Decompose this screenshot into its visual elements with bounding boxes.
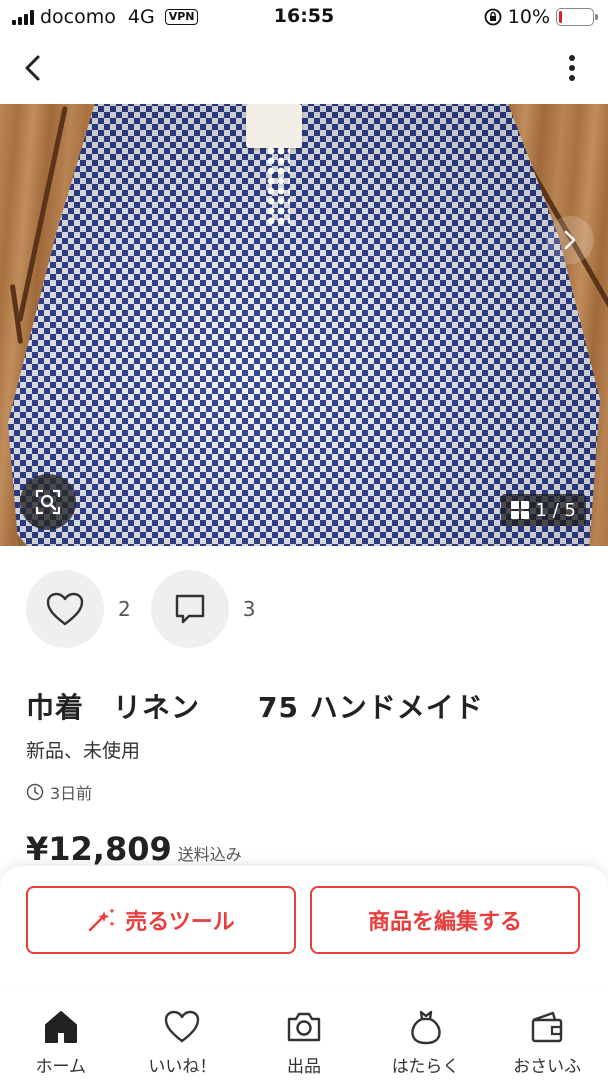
price-value: ¥12,809 — [26, 830, 172, 868]
camera-icon — [287, 1012, 321, 1042]
home-icon — [44, 1011, 77, 1043]
top-nav — [0, 34, 608, 104]
more-options-button[interactable] — [566, 54, 578, 82]
image-search-button[interactable] — [20, 474, 76, 530]
sell-tool-label: 売るツール — [125, 910, 235, 935]
status-bar: docomo 4G VPN 16:55 10% — [0, 0, 608, 34]
tab-wallet[interactable]: おさいふ — [486, 1000, 608, 1080]
tab-work[interactable]: はたらく — [365, 1000, 487, 1080]
edit-item-button[interactable]: 商品を編集する — [310, 886, 580, 954]
tab-home-label: ホーム — [35, 1057, 87, 1077]
posted-time: 3日前 — [26, 780, 92, 804]
price: ¥12,809 送料込み — [26, 830, 242, 868]
bottom-tab-bar: ホーム いいね！ 出品 はたらく おさいふ — [0, 1000, 608, 1080]
item-title: 巾着 リネン 75 ハンドメイド — [26, 691, 484, 724]
like-button[interactable] — [26, 570, 104, 648]
edit-item-label: 商品を編集する — [367, 910, 522, 935]
image-search-icon — [35, 489, 61, 515]
photo-counter-text: 1 / 5 — [535, 499, 576, 521]
item-condition: 新品、未使用 — [26, 740, 141, 762]
next-photo-button[interactable] — [546, 216, 594, 264]
money-bag-icon — [410, 1010, 441, 1045]
tab-home[interactable]: ホーム — [0, 1000, 122, 1080]
battery-icon — [556, 8, 598, 26]
comment-button[interactable] — [150, 570, 229, 648]
tab-listing-label: 出品 — [286, 1057, 321, 1077]
clock-icon — [26, 783, 44, 801]
sell-tool-button[interactable]: 売るツール — [26, 886, 296, 954]
fabric-label — [246, 104, 302, 148]
photo-counter[interactable]: 1 / 5 — [500, 494, 586, 526]
comment-count: 3 — [242, 597, 256, 621]
heart-icon — [46, 592, 84, 626]
like-count: 2 — [118, 597, 131, 621]
sparkle-icon — [89, 908, 116, 932]
tab-likes[interactable]: いいね！ — [122, 1000, 244, 1080]
heart-icon — [165, 1010, 200, 1043]
shipping-note: 送料込み — [177, 845, 242, 864]
grid-icon — [510, 501, 529, 519]
orientation-lock-icon — [484, 8, 502, 26]
posted-time-text: 3日前 — [50, 784, 93, 803]
reactions-row: 2 3 — [26, 570, 275, 648]
battery-percent: 10% — [507, 6, 550, 28]
tab-likes-label: いいね！ — [148, 1057, 217, 1077]
tab-wallet-label: おさいふ — [513, 1057, 582, 1077]
product-photo-carousel[interactable]: 1 / 5 — [0, 104, 608, 546]
back-button[interactable] — [18, 52, 50, 84]
tab-listing[interactable]: 出品 — [243, 1000, 365, 1080]
chevron-right-icon — [564, 230, 576, 250]
action-panel: 売るツール 商品を編集する — [0, 866, 608, 986]
tab-work-label: はたらく — [391, 1057, 460, 1077]
wallet-icon — [531, 1011, 563, 1043]
chevron-left-icon — [25, 55, 40, 81]
comment-icon — [175, 594, 204, 624]
vertical-dots-icon — [569, 55, 575, 81]
